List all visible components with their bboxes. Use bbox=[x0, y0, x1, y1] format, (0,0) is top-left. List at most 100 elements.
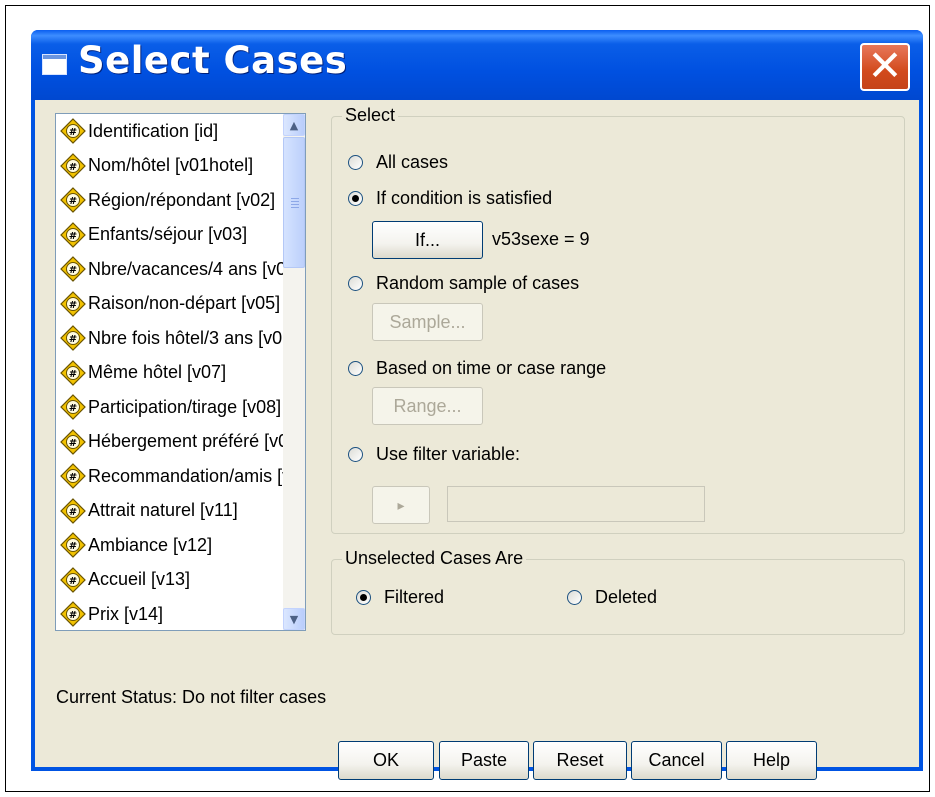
variable-label: Identification [id] bbox=[88, 120, 219, 141]
radio-button[interactable] bbox=[567, 590, 582, 605]
variable-list[interactable]: # Identification [id] # Nom/hôtel [v01hotel… bbox=[55, 113, 306, 631]
move-variable-button[interactable]: ▸ bbox=[372, 486, 430, 524]
variable-label: Attrait naturel [v11] bbox=[88, 500, 238, 521]
radio-button[interactable] bbox=[348, 276, 363, 291]
if-button[interactable]: If... bbox=[372, 221, 483, 259]
radio-button-selected[interactable] bbox=[348, 191, 363, 206]
variable-list-scrollbar[interactable]: ▲ ▼ bbox=[283, 114, 305, 630]
chevron-down-icon: ▼ bbox=[289, 612, 299, 626]
svg-text:#: # bbox=[69, 438, 77, 449]
close-button[interactable]: ✕ bbox=[860, 43, 910, 91]
radio-label: If condition is satisfied bbox=[376, 188, 553, 208]
radio-filter-variable[interactable]: Use filter variable: bbox=[348, 444, 520, 465]
numeric-variable-icon: # bbox=[60, 394, 86, 421]
scroll-up-button[interactable]: ▲ bbox=[283, 114, 305, 136]
radio-label: Filtered bbox=[384, 587, 445, 607]
scroll-thumb[interactable] bbox=[283, 137, 305, 268]
variable-label: Prix [v14] bbox=[88, 603, 164, 624]
svg-text:#: # bbox=[69, 196, 77, 207]
radio-label: Use filter variable: bbox=[376, 444, 521, 464]
variable-list-item[interactable]: # Attrait naturel [v11] bbox=[56, 494, 284, 529]
radio-label: Deleted bbox=[595, 587, 658, 607]
ok-button[interactable]: OK bbox=[338, 741, 434, 780]
numeric-variable-icon: # bbox=[60, 187, 86, 214]
variable-list-item[interactable]: # Raison/non-départ [v05] bbox=[56, 287, 284, 322]
scroll-down-button[interactable]: ▼ bbox=[283, 608, 305, 630]
variable-label: Nbre/vacances/4 ans [v04] bbox=[88, 258, 284, 279]
title-bar[interactable]: Select Cases ✕ bbox=[31, 30, 923, 100]
unselected-legend: Unselected Cases Are bbox=[342, 548, 527, 569]
close-icon: ✕ bbox=[867, 40, 903, 90]
help-button[interactable]: Help bbox=[726, 741, 817, 780]
svg-text:#: # bbox=[69, 231, 77, 242]
condition-text: v53sexe = 9 bbox=[492, 229, 590, 249]
window-icon[interactable] bbox=[42, 54, 67, 75]
range-button[interactable]: Range... bbox=[372, 387, 483, 425]
numeric-variable-icon: # bbox=[60, 325, 86, 352]
svg-text:#: # bbox=[69, 507, 77, 518]
numeric-variable-icon: # bbox=[60, 497, 86, 524]
unselected-cases-group: Unselected Cases Are Filtered Deleted bbox=[331, 548, 905, 635]
current-status: Current Status: Do not filter cases bbox=[56, 687, 327, 707]
sample-button[interactable]: Sample... bbox=[372, 303, 483, 341]
variable-list-item[interactable]: # Région/répondant [v02] bbox=[56, 183, 284, 218]
svg-text:#: # bbox=[69, 162, 77, 173]
cancel-button[interactable]: Cancel bbox=[631, 741, 722, 780]
variable-label: Même hôtel [v07] bbox=[88, 362, 227, 383]
numeric-variable-icon: # bbox=[60, 359, 86, 386]
radio-deleted[interactable]: Deleted bbox=[567, 587, 657, 608]
variable-list-item[interactable]: # Accueil [v13] bbox=[56, 563, 284, 598]
variable-list-item[interactable]: # Ambiance [v12] bbox=[56, 528, 284, 563]
variable-list-item[interactable]: # Nbre fois hôtel/3 ans [v06] bbox=[56, 321, 284, 356]
radio-filtered[interactable]: Filtered bbox=[356, 587, 444, 608]
select-legend: Select bbox=[342, 105, 399, 126]
select-group: Select All cases If condition is satisfi… bbox=[331, 105, 905, 534]
svg-text:#: # bbox=[69, 265, 77, 276]
variable-label: Région/répondant [v02] bbox=[88, 189, 276, 210]
reset-button[interactable]: Reset bbox=[533, 741, 627, 780]
numeric-variable-icon: # bbox=[60, 463, 86, 490]
filter-variable-field[interactable] bbox=[447, 486, 705, 522]
numeric-variable-icon: # bbox=[60, 256, 86, 283]
svg-text:#: # bbox=[69, 472, 77, 483]
numeric-variable-icon: # bbox=[60, 152, 86, 179]
radio-button[interactable] bbox=[348, 447, 363, 462]
select-cases-dialog: Select Cases ✕ # Identification [id] # Nom/… bbox=[31, 30, 923, 780]
radio-all-cases[interactable]: All cases bbox=[348, 152, 448, 173]
variable-list-item[interactable]: # Identification [id] bbox=[56, 114, 284, 149]
numeric-variable-icon: # bbox=[60, 221, 86, 248]
variable-label: Participation/tirage [v08] bbox=[88, 396, 282, 417]
variable-list-item[interactable]: # Enfants/séjour [v03] bbox=[56, 218, 284, 253]
variable-label: Recommandation/amis [v10] bbox=[88, 465, 284, 486]
radio-if-condition[interactable]: If condition is satisfied bbox=[348, 188, 552, 209]
radio-time-range[interactable]: Based on time or case range bbox=[348, 358, 606, 379]
variable-label: Ambiance [v12] bbox=[88, 534, 213, 555]
variable-list-item[interactable]: # Nom/hôtel [v01hotel] bbox=[56, 149, 284, 184]
variable-list-item[interactable]: # Même hôtel [v07] bbox=[56, 356, 284, 391]
radio-label: Based on time or case range bbox=[376, 358, 607, 378]
variable-list-item[interactable]: # Nbre/vacances/4 ans [v04] bbox=[56, 252, 284, 287]
radio-button[interactable] bbox=[348, 361, 363, 376]
variable-list-item[interactable]: # Prix [v14] bbox=[56, 597, 284, 630]
numeric-variable-icon: # bbox=[60, 118, 86, 145]
paste-button[interactable]: Paste bbox=[439, 741, 529, 780]
numeric-variable-icon: # bbox=[60, 566, 86, 593]
variable-label: Accueil [v13] bbox=[88, 569, 191, 590]
svg-text:#: # bbox=[69, 369, 77, 380]
variable-list-items: # Identification [id] # Nom/hôtel [v01hotel… bbox=[56, 114, 284, 630]
variable-list-item[interactable]: # Recommandation/amis [v10] bbox=[56, 459, 284, 494]
radio-random-sample[interactable]: Random sample of cases bbox=[348, 273, 579, 294]
variable-label: Nbre fois hôtel/3 ans [v06] bbox=[88, 327, 284, 348]
radio-button[interactable] bbox=[348, 155, 363, 170]
variable-label: Enfants/séjour [v03] bbox=[88, 224, 248, 245]
variable-list-item[interactable]: # Hébergement préféré [v09] bbox=[56, 425, 284, 460]
svg-text:#: # bbox=[69, 334, 77, 345]
variable-list-item[interactable]: # Participation/tirage [v08] bbox=[56, 390, 284, 425]
radio-button-selected[interactable] bbox=[356, 590, 371, 605]
variable-label: Nom/hôtel [v01hotel] bbox=[88, 155, 254, 176]
arrow-right-icon: ▸ bbox=[397, 496, 405, 513]
numeric-variable-icon: # bbox=[60, 532, 86, 559]
numeric-variable-icon: # bbox=[60, 290, 86, 317]
svg-text:#: # bbox=[69, 576, 77, 587]
radio-label: Random sample of cases bbox=[376, 273, 580, 293]
